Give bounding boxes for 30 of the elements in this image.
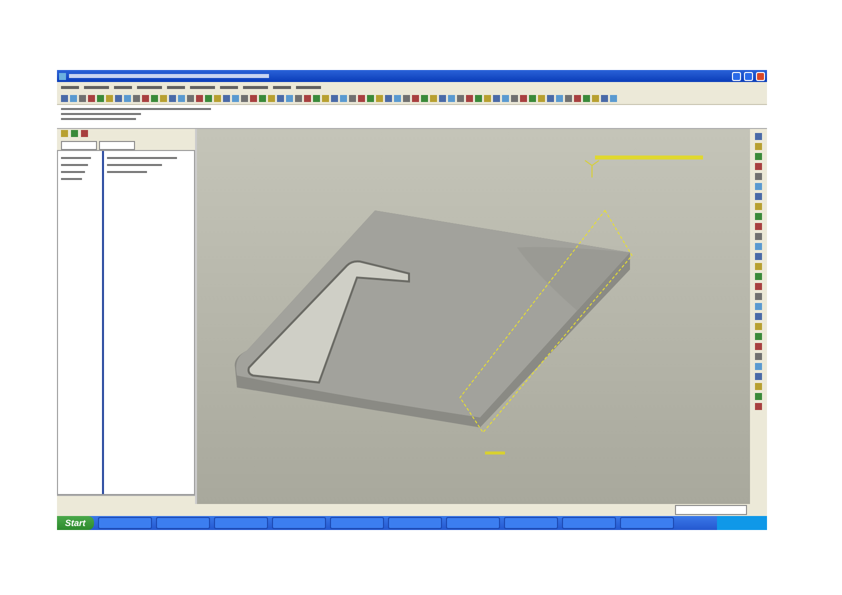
maximize-button[interactable]	[744, 72, 753, 80]
taskbar-button[interactable]	[562, 517, 616, 529]
taskbar-button[interactable]	[504, 517, 558, 529]
taskbar-button[interactable]	[156, 517, 210, 529]
close-button[interactable]	[756, 72, 765, 80]
menu-item[interactable]	[167, 86, 185, 88]
taskbar-button[interactable]	[446, 517, 500, 529]
taskbar-button[interactable]	[620, 517, 674, 529]
system-tray	[717, 516, 767, 530]
menu-item[interactable]	[296, 86, 321, 88]
menu-item[interactable]	[137, 86, 162, 88]
taskbar-button[interactable]	[272, 517, 326, 529]
panel-tab[interactable]	[99, 141, 135, 150]
app-icon	[59, 72, 66, 80]
taskbar-button[interactable]	[98, 517, 152, 529]
taskbar-button[interactable]	[214, 517, 268, 529]
menu-item[interactable]	[220, 86, 238, 88]
selection-filter-dropdown[interactable]	[675, 505, 747, 515]
taskbar-button[interactable]	[388, 517, 442, 529]
menu-item[interactable]	[273, 86, 291, 88]
menu-item[interactable]	[61, 86, 79, 88]
menu-item[interactable]	[243, 86, 268, 88]
minimize-button[interactable]	[732, 72, 741, 80]
menu-item[interactable]	[84, 86, 109, 88]
start-button[interactable]: Start	[57, 516, 94, 530]
panel-tab[interactable]	[61, 141, 97, 150]
taskbar-button[interactable]	[330, 517, 384, 529]
menu-item[interactable]	[190, 86, 215, 88]
plane-label-drawing	[485, 452, 505, 454]
menu-item[interactable]	[114, 86, 132, 88]
